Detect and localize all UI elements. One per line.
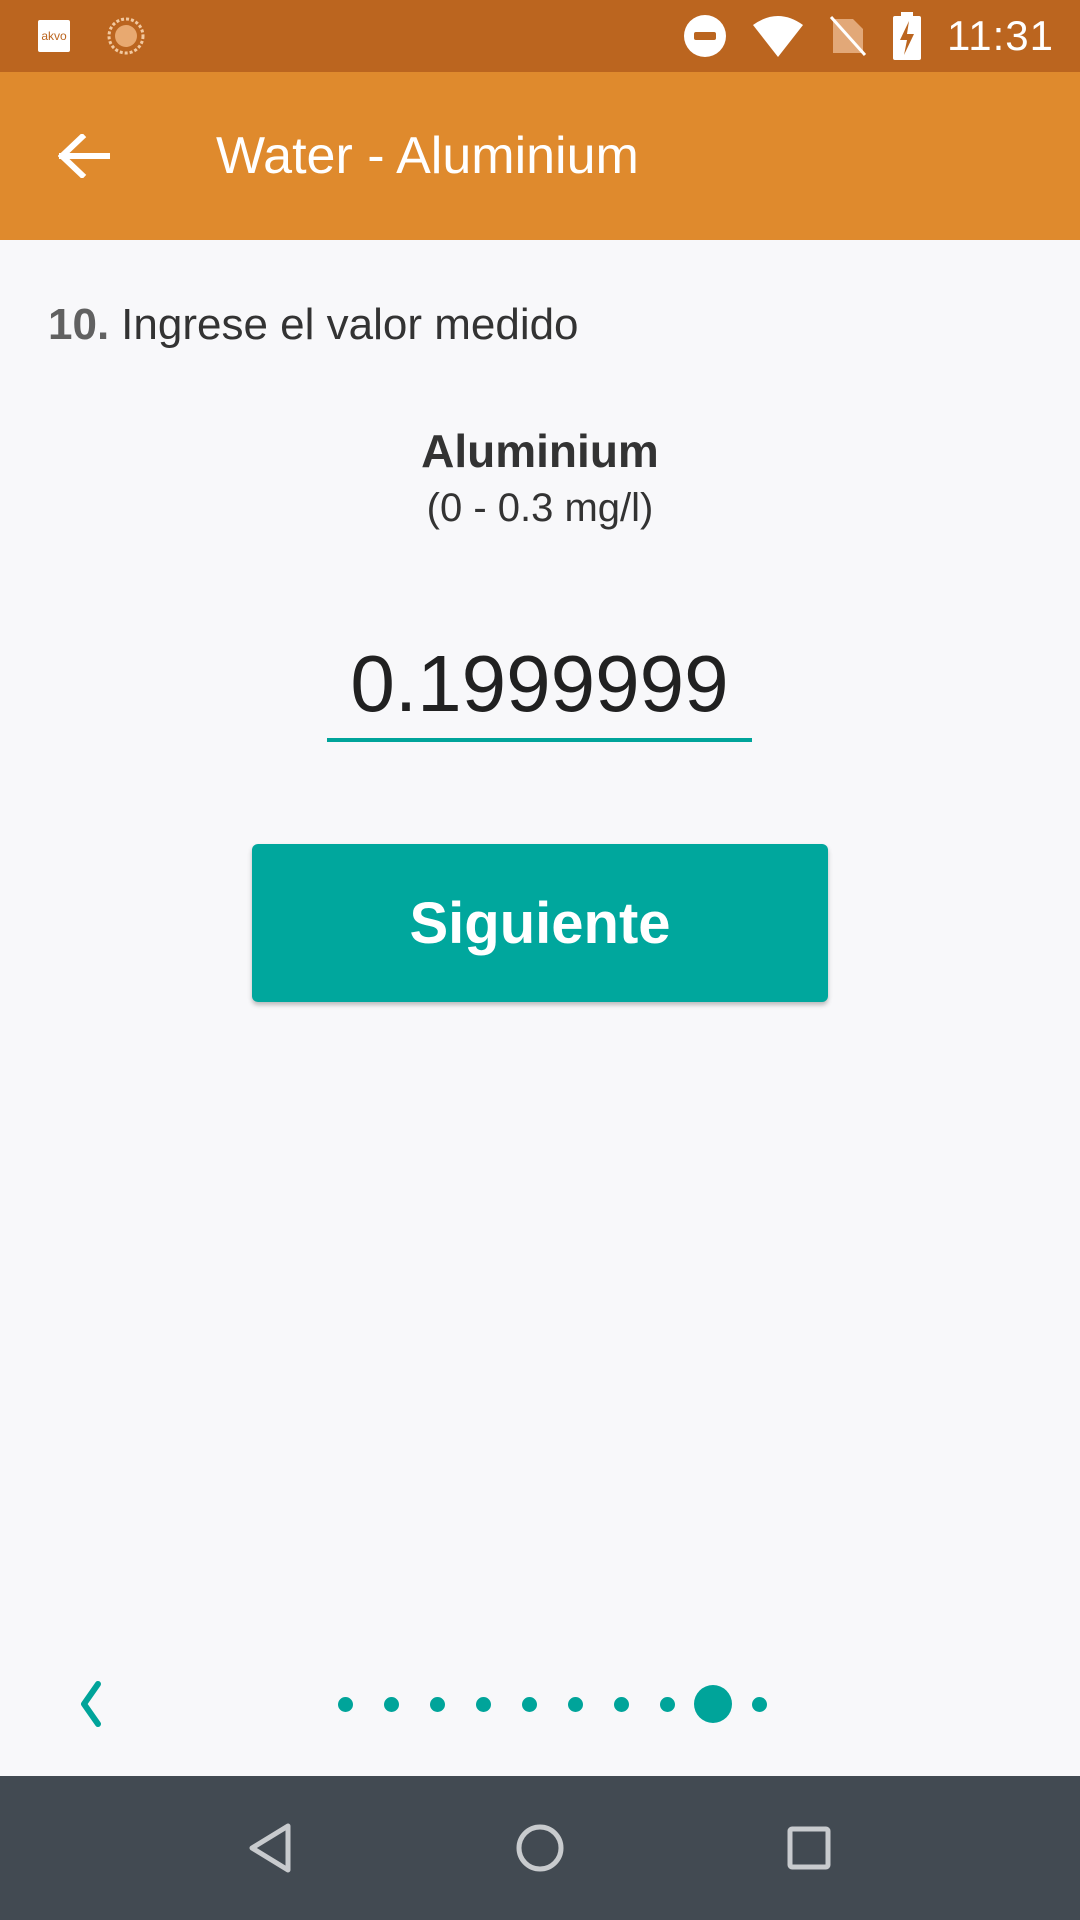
nav-home-button[interactable] — [492, 1800, 588, 1896]
back-button[interactable] — [36, 108, 132, 204]
parameter-name: Aluminium — [421, 425, 659, 477]
pager-dot-active — [694, 1685, 732, 1723]
question-text: Ingrese el valor medido — [121, 300, 579, 349]
nav-recents-button[interactable] — [761, 1800, 857, 1896]
battery-charging-icon — [893, 12, 921, 60]
pager-dot — [383, 1696, 399, 1712]
pager-dot — [521, 1696, 537, 1712]
pager-dot — [659, 1696, 675, 1712]
app-bar: Water - Aluminium — [0, 72, 1080, 240]
akvo-app-icon: akvo — [38, 20, 70, 52]
measured-value-input[interactable] — [327, 630, 752, 742]
navigation-bar — [0, 1776, 1080, 1920]
pager-prev-button[interactable] — [66, 1676, 116, 1732]
parameter-range: (0 - 0.3 mg/l) — [426, 486, 654, 530]
clock: 11:31 — [947, 12, 1054, 59]
question-number: 10. — [48, 300, 110, 349]
recents-square-icon — [787, 1826, 831, 1870]
status-bar: akvo 11:31 — [0, 0, 1080, 72]
pager-dot — [475, 1696, 491, 1712]
pager-dot — [751, 1696, 767, 1712]
pager-dot — [337, 1696, 353, 1712]
sun-icon — [107, 17, 145, 55]
home-circle-icon — [516, 1824, 564, 1872]
question-label: 10. Ingrese el valor medido — [48, 300, 579, 350]
pager-dot — [567, 1696, 583, 1712]
wifi-icon — [753, 16, 803, 57]
status-bar-notifications: akvo — [38, 0, 146, 72]
do-not-disturb-icon — [684, 15, 726, 57]
status-bar-system: 11:31 — [683, 0, 1054, 72]
page-title: Water - Aluminium — [216, 127, 639, 185]
next-button[interactable]: Siguiente — [252, 844, 828, 1002]
nav-back-button[interactable] — [222, 1800, 318, 1896]
pager-dot — [429, 1696, 445, 1712]
pager-dot — [613, 1696, 629, 1712]
no-sim-icon — [829, 15, 867, 57]
chevron-left-icon — [81, 1681, 101, 1727]
arrow-back-icon — [58, 134, 110, 178]
back-triangle-icon — [249, 1823, 291, 1873]
